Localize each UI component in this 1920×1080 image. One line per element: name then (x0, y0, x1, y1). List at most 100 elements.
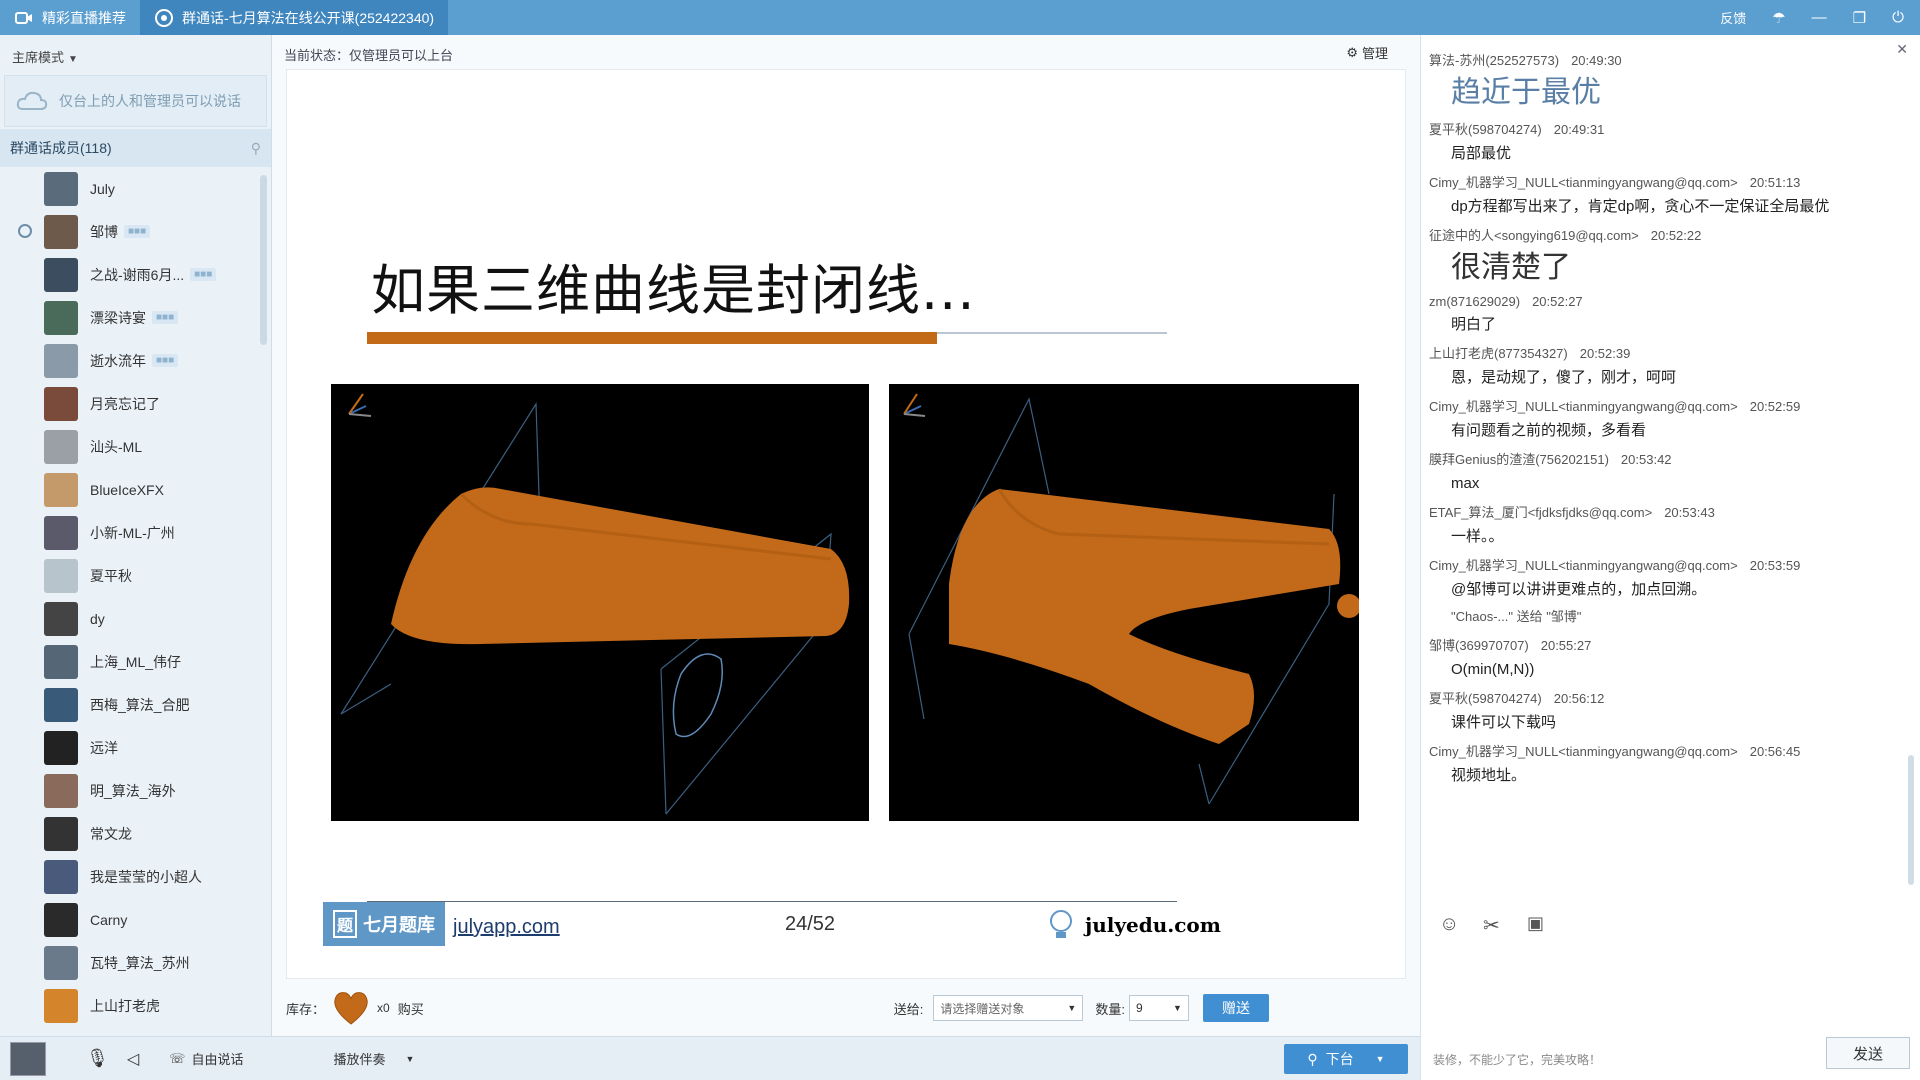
tab-group-call[interactable]: 群通话-七月算法在线公开课(252422340) (140, 0, 449, 35)
avatar (44, 859, 78, 894)
free-speak-icon: ☏ (169, 1050, 186, 1066)
message-sender[interactable]: 上山打老虎(877354327) (1429, 346, 1568, 361)
member-row[interactable]: 西梅_算法_合肥 (0, 683, 271, 726)
message-sender[interactable]: Cimy_机器学习_NULL<tianmingyangwang@qq.com> (1429, 399, 1738, 414)
minimize-icon[interactable]: — (1812, 9, 1827, 26)
chevron-down-icon: ▼ (68, 54, 78, 65)
chat-scrollbar[interactable] (1908, 755, 1914, 885)
message-sender[interactable]: 征途中的人<songying619@qq.com> (1429, 228, 1639, 243)
julyapp-url: julyapp.com (453, 916, 560, 938)
member-row[interactable]: 小新-ML-广州 (0, 511, 271, 554)
member-name: 月亮忘记了 (90, 395, 160, 412)
maximize-icon[interactable]: ❐ (1853, 9, 1866, 27)
member-name: 汕头-ML (90, 438, 143, 455)
scissors-icon[interactable]: ✂ (1483, 913, 1505, 937)
message-body: 局部最优 (1451, 145, 1512, 162)
message-sender[interactable]: ETAF_算法_厦门<fjdksfjdks@qq.com> (1429, 505, 1652, 520)
speak-notice: 仅台上的人和管理员可以说话 (4, 75, 267, 127)
message-sender[interactable]: zm(871629029) (1429, 294, 1520, 309)
message-sender[interactable]: 夏平秋(598704274) (1429, 122, 1542, 137)
member-badge: ■■■ (190, 268, 217, 281)
member-name: 邹博 (90, 223, 118, 240)
message-sender[interactable]: 算法-苏州(252527573) (1429, 53, 1559, 68)
members-count: 群通话成员(118) (10, 140, 112, 156)
message-time: 20:53:43 (1664, 505, 1715, 520)
member-badge: ■■■ (152, 354, 179, 367)
julyedu-brand: julyedu.com (1047, 908, 1221, 942)
member-row[interactable]: 汕头-ML (0, 425, 271, 468)
member-row[interactable]: 上海_ML_伟仔 (0, 640, 271, 683)
title-underline-bar (367, 332, 937, 344)
message-sender[interactable]: Cimy_机器学习_NULL<tianmingyangwang@qq.com> (1429, 558, 1738, 573)
heart-icon[interactable] (331, 988, 371, 1028)
message-sender[interactable]: 夏平秋(598704274) (1429, 691, 1542, 706)
speaker-icon[interactable]: ◁ (127, 1049, 139, 1069)
footer-line (367, 901, 1177, 902)
avatar (44, 558, 78, 593)
skin-icon[interactable]: ☂ (1772, 9, 1785, 27)
member-name: 我是莹莹的小超人 (90, 868, 202, 885)
give-button[interactable]: 赠送 (1202, 994, 1269, 1022)
search-icon[interactable]: ⚲ (251, 140, 261, 157)
video-icon (15, 11, 32, 24)
search-icon: ⚲ (1307, 1050, 1318, 1067)
chevron-down-icon: ▼ (1375, 1054, 1385, 1064)
avatar (44, 472, 78, 507)
member-row[interactable]: 常文龙 (0, 812, 271, 855)
member-row[interactable]: 逝水流年 ■■■ (0, 339, 271, 382)
image-icon[interactable]: ▣ (1527, 913, 1549, 935)
member-row[interactable]: BlueIceXFX (0, 468, 271, 511)
recipient-select[interactable]: 请选择赠送对象 ▼ (933, 995, 1084, 1021)
member-row[interactable]: 远洋 (0, 726, 271, 769)
cloud-mic-icon (16, 91, 48, 110)
member-row[interactable]: 夏平秋 (0, 554, 271, 597)
message-body: O(min(M,N)) (1451, 661, 1535, 678)
tab-live-recommend[interactable]: 精彩直播推荐 (0, 0, 140, 35)
avatar (44, 386, 78, 421)
member-row[interactable]: 明_算法_海外 (0, 769, 271, 812)
avatar (44, 773, 78, 808)
leave-stage-label: 下台 (1325, 1051, 1354, 1067)
leave-stage-button[interactable]: ⚲ 下台 ▼ (1284, 1044, 1408, 1074)
members-scrollbar[interactable] (260, 175, 267, 345)
member-row[interactable]: 上山打老虎 (0, 984, 271, 1027)
mic-icon[interactable]: 🎙 (86, 1048, 109, 1069)
send-button[interactable]: 发送 (1826, 1037, 1910, 1069)
mode-dropdown[interactable]: 主席模式 ▼ (0, 35, 271, 75)
member-name: 上海_ML_伟仔 (90, 653, 182, 670)
member-name: BlueIceXFX (90, 481, 164, 498)
bottom-toolbar: 🎙 ◁ ☏ 自由说话 播放伴奏 ▼ (0, 1036, 1420, 1080)
member-name: 上山打老虎 (90, 997, 160, 1014)
member-row[interactable]: 邹博 ■■■ (0, 210, 271, 253)
message-sender[interactable]: 膜拜Genius的渣渣(756202151) (1429, 452, 1609, 467)
message-body: 明白了 (1451, 316, 1497, 333)
free-speak-button[interactable]: ☏ 自由说话 (169, 1049, 243, 1068)
accompany-button[interactable]: 播放伴奏 ▼ (333, 1049, 414, 1068)
manage-button[interactable]: ⚙ 管理 (1346, 43, 1388, 62)
feedback-link[interactable]: 反馈 (1720, 8, 1746, 27)
member-name: 逝水流年 (90, 352, 146, 369)
message-header: zm(871629029) 20:52:27 (1429, 294, 1893, 309)
message-body: 一样。。 (1451, 528, 1504, 545)
avatar (44, 601, 78, 636)
message-time: 20:52:59 (1749, 399, 1801, 414)
self-avatar[interactable] (10, 1041, 46, 1076)
member-row[interactable]: 之战-谢雨6月... ■■■ (0, 253, 271, 296)
message-sender[interactable]: Cimy_机器学习_NULL<tianmingyangwang@qq.com> (1429, 744, 1738, 759)
member-row[interactable]: 漂梁诗宴 ■■■ (0, 296, 271, 339)
member-row[interactable]: Carny (0, 898, 271, 941)
message-header: 夏平秋(598704274) 20:49:31 (1429, 119, 1893, 138)
qty-select[interactable]: 9 ▼ (1128, 995, 1189, 1021)
buy-link[interactable]: 购买 (398, 999, 424, 1018)
chat-toolbar: ☺ ✂ ▣ (1439, 913, 1549, 937)
member-row[interactable]: 月亮忘记了 (0, 382, 271, 425)
avatar (44, 687, 78, 722)
message-sender[interactable]: 邹博(369970707) (1429, 638, 1529, 653)
member-row[interactable]: 我是莹莹的小超人 (0, 855, 271, 898)
message-sender[interactable]: Cimy_机器学习_NULL<tianmingyangwang@qq.com> (1429, 175, 1738, 190)
member-row[interactable]: dy (0, 597, 271, 640)
power-icon[interactable]: ⏻ (1892, 9, 1904, 26)
emoji-icon[interactable]: ☺ (1439, 913, 1461, 935)
member-row[interactable]: July (0, 167, 271, 210)
member-row[interactable]: 瓦特_算法_苏州 (0, 941, 271, 984)
